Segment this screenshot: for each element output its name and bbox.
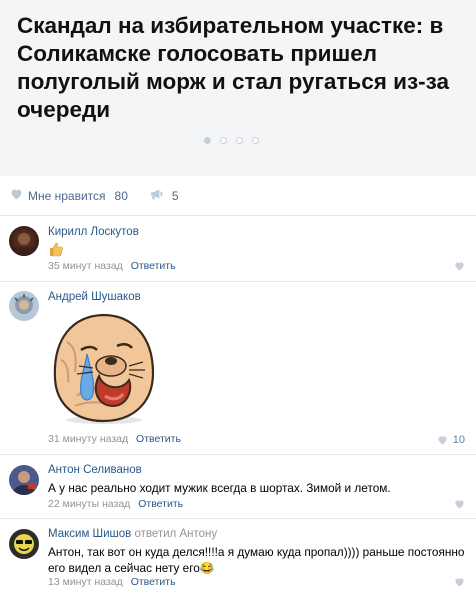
comment-item: Антон Селиванов А у нас реально ходит му…	[0, 455, 476, 519]
like-label[interactable]: Мне нравится	[28, 189, 106, 203]
reply-button[interactable]: Ответить	[131, 576, 176, 588]
comment-author-name[interactable]: Максим Шишов	[48, 528, 131, 540]
comment-item: Кирилл Лоскутов 35 минут назад Ответить	[0, 217, 476, 282]
post-headline-card[interactable]: Скандал на избирательном участке: в Соли…	[0, 0, 476, 176]
comment-author[interactable]: Кирилл Лоскутов	[48, 226, 139, 238]
carousel-dot[interactable]	[220, 137, 227, 144]
heart-icon[interactable]	[454, 261, 465, 271]
comment-like[interactable]	[454, 499, 465, 509]
carousel-dot[interactable]	[204, 137, 211, 144]
comment-author[interactable]: Андрей Шушаков	[48, 291, 141, 303]
comment-author: Максим Шишов ответил Антону	[48, 528, 217, 540]
like-count[interactable]: 80	[115, 189, 128, 203]
heart-icon[interactable]	[454, 577, 465, 587]
comment-item: Максим Шишов ответил Антону Антон, так в…	[0, 519, 476, 597]
heart-icon[interactable]	[437, 435, 448, 445]
comment-like[interactable]: 10	[437, 434, 465, 446]
avatar[interactable]	[9, 226, 39, 256]
comment-meta: 35 минут назад Ответить	[48, 260, 176, 272]
reply-to-label[interactable]: ответил Антону	[134, 528, 217, 540]
reply-button[interactable]: Ответить	[136, 433, 181, 445]
crying-seal-sticker	[47, 308, 161, 430]
avatar[interactable]	[9, 465, 39, 495]
heart-icon[interactable]	[454, 499, 465, 509]
carousel-dot[interactable]	[252, 137, 259, 144]
comment-like[interactable]	[454, 261, 465, 271]
comment-meta: 13 минут назад Ответить	[48, 576, 176, 588]
comment-time[interactable]: 35 минут назад	[48, 260, 123, 272]
share-count[interactable]: 5	[172, 189, 179, 203]
comment-like[interactable]	[454, 577, 465, 587]
thumbs-up-emoji	[48, 241, 64, 261]
comment-like-count[interactable]: 10	[453, 434, 465, 446]
comment-meta: 22 минуты назад Ответить	[48, 498, 183, 510]
carousel-dot[interactable]	[236, 137, 243, 144]
megaphone-icon[interactable]	[150, 188, 164, 203]
comment-meta: 31 минуту назад Ответить	[48, 433, 181, 445]
avatar[interactable]	[9, 291, 39, 321]
post-actions-bar: Мне нравится 80 5	[0, 176, 476, 216]
post-title: Скандал на избирательном участке: в Соли…	[17, 13, 450, 122]
comment-time[interactable]: 22 минуты назад	[48, 498, 130, 510]
reply-button[interactable]: Ответить	[131, 260, 176, 272]
comment-time[interactable]: 13 минут назад	[48, 576, 123, 588]
comment-item: Андрей Шушаков 31 минуту назад Ответить …	[0, 282, 476, 455]
reply-button[interactable]: Ответить	[138, 498, 183, 510]
avatar[interactable]	[9, 529, 39, 559]
comment-text: А у нас реально ходит мужик всегда в шор…	[48, 481, 391, 495]
heart-icon[interactable]	[10, 188, 23, 203]
carousel-indicator	[204, 137, 259, 144]
comment-text: Антон, так вот он куда делся!!!!а я дума…	[48, 545, 465, 575]
comment-author[interactable]: Антон Селиванов	[48, 464, 142, 476]
comment-time[interactable]: 31 минуту назад	[48, 433, 128, 445]
